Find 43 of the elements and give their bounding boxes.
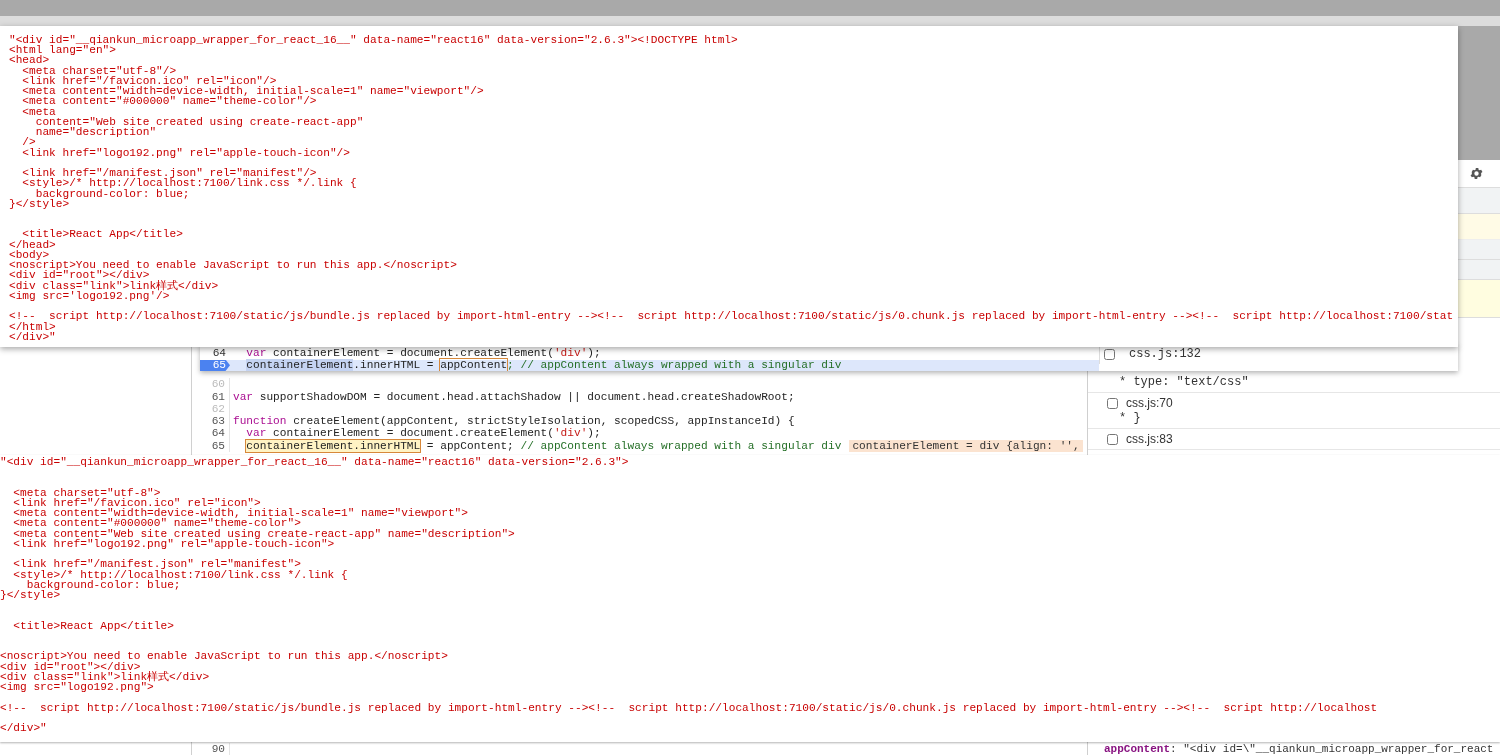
selected-text: containerElement bbox=[246, 358, 354, 371]
property-value: "<div id=\"__qiankun_microapp_wrapper_for_react bbox=[1183, 743, 1494, 755]
breakpoint-checkbox[interactable] bbox=[1107, 433, 1118, 445]
colon-separator: : bbox=[1170, 743, 1177, 755]
line-number: 60 bbox=[192, 378, 230, 391]
code-text: containerElement = document.createElement( bbox=[272, 347, 554, 359]
keyword: var bbox=[233, 390, 254, 403]
line-number: 62 bbox=[192, 402, 230, 416]
breakpoint-location[interactable]: css.js:83 bbox=[1126, 430, 1173, 448]
settings-icon[interactable] bbox=[1469, 166, 1484, 181]
code-text: = appContent; bbox=[425, 439, 515, 452]
code-comment: // appContent always wrapped with a singular div bbox=[520, 439, 842, 452]
code-text: ); bbox=[587, 347, 601, 359]
property-name: appContent bbox=[1104, 743, 1170, 755]
line-number: 64 bbox=[192, 427, 230, 440]
breakpoint-location[interactable]: css.js:70 bbox=[1126, 394, 1173, 412]
keyword: var bbox=[246, 427, 267, 440]
breakpoint-checkbox[interactable] bbox=[1107, 397, 1118, 409]
line-number: 61 bbox=[192, 390, 230, 403]
value-tooltip: "<div id="__qiankun_microapp_wrapper_for_react_16__" data-name="react16" data-version="2.6.3"> <meta charset="utf-8"> <link href="/favicon.ico" rel="icon"> <meta content="width=device-width, initial-scale=1" name="viewport"> <meta content="#000000" name="theme-color"> <meta content="Web site created using create-react-app" name="description"> <link href="logo192.png" rel="apple-touch-icon"> <link href="/manifest.json" rel="manifest"> <style>/* http://localhost:7100/link.css */.link { background-color: blue; }</style> <title>React App</title> <noscript>You need to enable JavaScript to run this app.</noscript> <div id="root"></div> <div class="link">link样式</div> <img src="logo192.png"> <!-- script http://localhost:7100/static/js/bundle.js replaced by import-html-entry --><!-- script http://localhost:7100/static/js/0.chunk.js replaced by import-html-entry --><!-- script http://localhost </div>" bbox=[0, 455, 1500, 742]
string-literal: 'div' bbox=[553, 347, 588, 359]
code-snippet: * } bbox=[1118, 411, 1142, 426]
code-text: createElement(appContent, strictStyleIsolation, scopedCSS, appInstanceId) { bbox=[292, 415, 795, 428]
code-comment: ; // appContent always wrapped with a singular div bbox=[507, 358, 842, 371]
line-number: 64 bbox=[211, 348, 227, 360]
code-snippet: * type: "text/css" bbox=[1118, 375, 1250, 390]
line-number: 63 bbox=[192, 415, 230, 428]
line-number: 90 bbox=[192, 743, 230, 755]
code-text: supportShadowDOM = document.head.attachShadow || document.head.createShadowRoot; bbox=[258, 390, 795, 403]
code-text: containerElement = document.createElement( bbox=[272, 427, 554, 440]
inline-value: containerElement = div {align: '', bbox=[849, 439, 1083, 452]
breakpoint-location[interactable]: css.js:132 bbox=[1129, 345, 1201, 363]
breakpoint-checkbox[interactable] bbox=[1104, 348, 1115, 360]
keyword: function bbox=[233, 415, 287, 428]
code-text: .innerHTML = bbox=[353, 358, 435, 371]
highlighted-expression: appContent bbox=[440, 358, 508, 371]
keyword: var bbox=[246, 347, 267, 359]
source-tooltip: "<div id="__qiankun_microapp_wrapper_for_react_16__" data-name="react16" data-version="2.6.3"><!DOCTYPE html> <html lang="en"> <head> <meta charset="utf-8"/> <link href="/favicon.ico" rel="icon"/> <meta content="width=device-width, initial-scale=1" name="viewport"/> <meta content="#000000" name="theme-color"/> <meta content="Web site created using create-react-app" name="description" /> <link href="logo192.png" rel="apple-touch-icon"/> <link href="/manifest.json" rel="manifest"/> <style>/* http://localhost:7100/link.css */.link { background-color: blue; }</style> <title>React App</title> </head> <body> <noscript>You need to enable JavaScript to run this app.</noscript> <div id="root"></div> <div class="link">link样式</div> <img src='logo192.png'/> <!-- script http://localhost:7100/static/js/bundle.js replaced by import-html-entry --><!-- script http://localhost:7100/static/js/0.chunk.js replaced by import-html-entry --><!-- script http://localhost:7100/stat </html> </div>" bbox=[0, 26, 1458, 347]
hovered-expression: containerElement.innerHTML bbox=[246, 439, 421, 452]
line-number: 65 bbox=[200, 359, 230, 371]
line-number: 65 bbox=[192, 439, 230, 453]
string-literal: 'div' bbox=[553, 427, 588, 440]
code-text: ); bbox=[587, 427, 601, 440]
